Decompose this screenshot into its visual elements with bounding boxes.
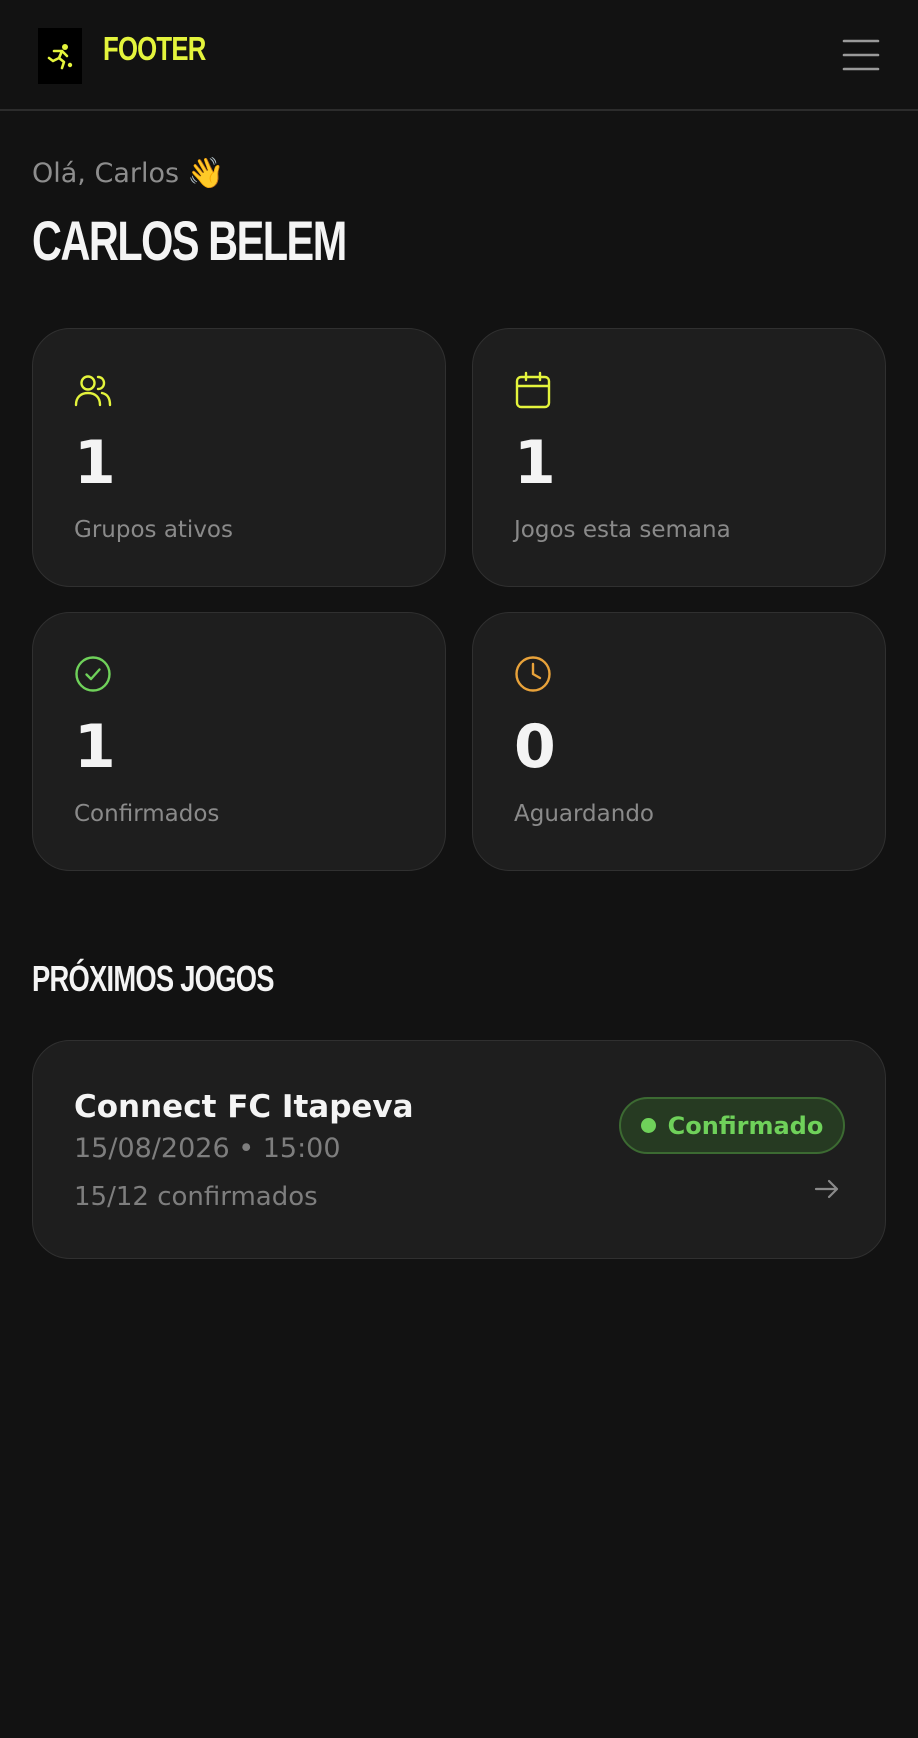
stat-card-confirmed[interactable]: 1 Confirmados bbox=[32, 612, 446, 871]
arrow-right-icon[interactable] bbox=[813, 1175, 841, 1203]
game-name: Connect FC Itapeva bbox=[74, 1089, 414, 1125]
stat-card-games-this-week[interactable]: 1 Jogos esta semana bbox=[472, 328, 886, 587]
logo[interactable] bbox=[38, 28, 82, 84]
greeting-text: Olá, Carlos bbox=[32, 158, 180, 189]
runner-icon bbox=[47, 44, 73, 70]
stat-label: Confirmados bbox=[74, 801, 220, 827]
game-card[interactable]: Connect FC Itapeva 15/08/2026 • 15:00 15… bbox=[32, 1040, 886, 1259]
menu-button[interactable] bbox=[842, 36, 880, 74]
stat-value: 1 bbox=[74, 712, 116, 782]
stat-value: 0 bbox=[514, 712, 556, 782]
brand-name[interactable]: FOOTER bbox=[103, 30, 206, 68]
user-name: CARLOS BELEM bbox=[32, 209, 347, 272]
greeting: Olá, Carlos 👋 bbox=[32, 158, 224, 189]
stat-label: Grupos ativos bbox=[74, 517, 233, 543]
calendar-icon bbox=[515, 371, 551, 409]
game-confirmed-count: 15/12 confirmados bbox=[74, 1182, 318, 1212]
stat-card-waiting[interactable]: 0 Aguardando bbox=[472, 612, 886, 871]
waving-hand-icon: 👋 bbox=[187, 155, 225, 191]
stat-label: Aguardando bbox=[514, 801, 654, 827]
status-badge: Confirmado bbox=[619, 1097, 845, 1154]
stat-label: Jogos esta semana bbox=[514, 517, 731, 543]
hamburger-menu-icon bbox=[842, 39, 880, 71]
check-circle-icon bbox=[75, 656, 111, 692]
clock-icon bbox=[515, 656, 551, 692]
stat-value: 1 bbox=[74, 428, 116, 498]
top-header: FOOTER bbox=[0, 0, 918, 111]
status-label: Confirmado bbox=[667, 1111, 824, 1140]
section-title-upcoming-games: PRÓXIMOS JOGOS bbox=[32, 958, 274, 999]
game-datetime: 15/08/2026 • 15:00 bbox=[74, 1133, 341, 1164]
stat-card-active-groups[interactable]: 1 Grupos ativos bbox=[32, 328, 446, 587]
stat-value: 1 bbox=[514, 428, 556, 498]
users-icon bbox=[74, 375, 112, 407]
status-dot-icon bbox=[640, 1118, 656, 1133]
